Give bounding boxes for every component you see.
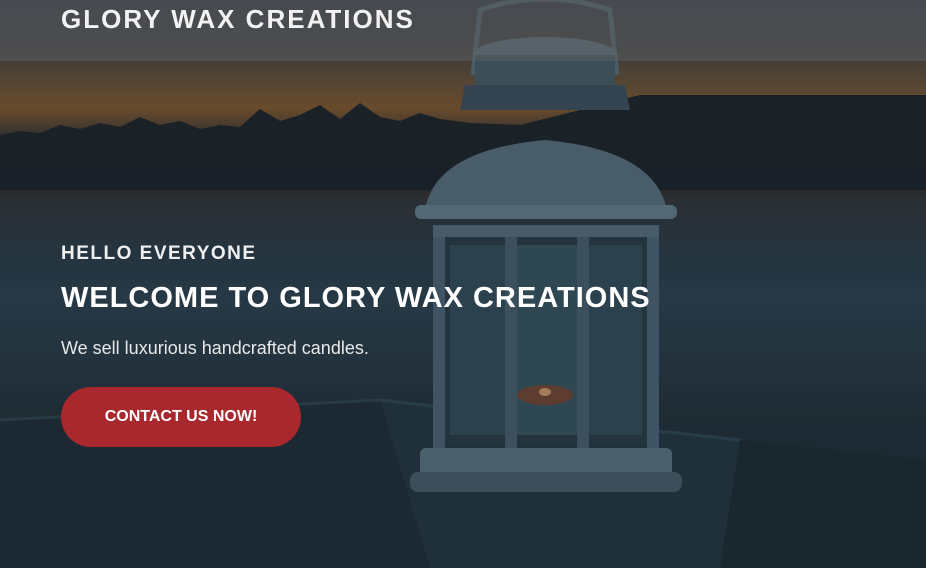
hero-section: GLORY WAX CREATIONS HELLO EVERYONE WELCO… xyxy=(0,0,926,568)
contact-us-button[interactable]: CONTACT US NOW! xyxy=(61,387,301,447)
hero-tagline: We sell luxurious handcrafted candles. xyxy=(61,338,369,358)
site-brand[interactable]: GLORY WAX CREATIONS xyxy=(61,4,415,35)
top-navigation-bar: GLORY WAX CREATIONS xyxy=(0,0,926,61)
hero-headline: WELCOME TO GLORY WAX CREATIONS xyxy=(61,282,651,314)
hero-eyebrow: HELLO EVERYONE xyxy=(61,243,257,264)
